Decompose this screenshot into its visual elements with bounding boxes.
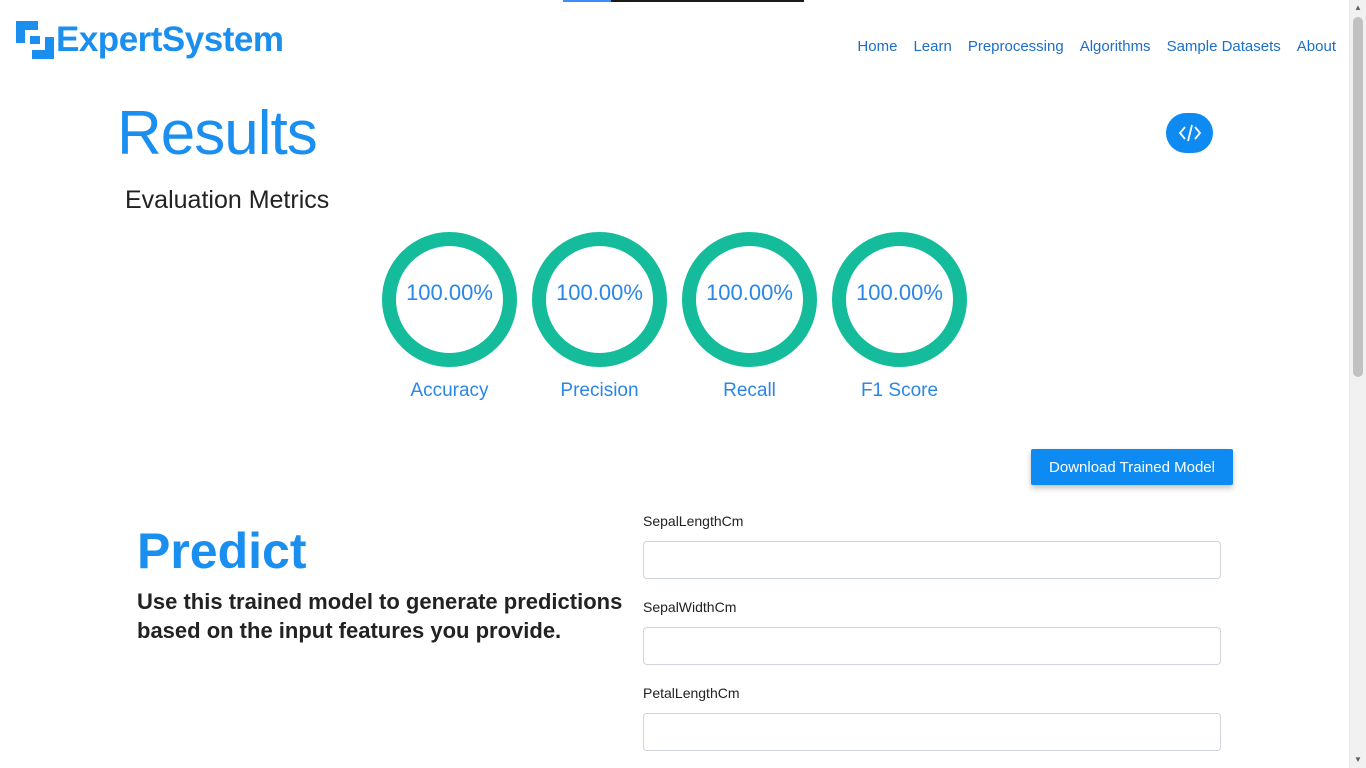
metric-label: F1 Score [860,380,939,401]
predict-description: Use this trained model to generate predi… [137,589,623,643]
sepal-width-label: SepalWidthCm [643,599,737,615]
metric-value: 100.00% [706,280,793,305]
sepal-length-input[interactable] [643,541,1221,579]
loading-bar-fill [563,0,611,2]
scroll-down-arrow-icon[interactable]: ▼ [1350,752,1366,768]
brand-name: ExpertSystem [56,20,284,59]
brand-logo[interactable]: ExpertSystem [16,20,284,60]
metric-label: Precision [560,380,639,401]
metric-ring: 100.00% [832,232,967,367]
metric-label: Accuracy [410,380,489,401]
page-loading-bar [563,0,804,2]
main-nav: Home Learn Preprocessing Algorithms Samp… [857,38,1336,55]
nav-sample-datasets[interactable]: Sample Datasets [1167,38,1281,55]
nav-about[interactable]: About [1297,38,1336,55]
nav-preprocessing[interactable]: Preprocessing [968,38,1064,55]
metric-value: 100.00% [406,280,493,305]
sepal-width-input[interactable] [643,627,1221,665]
metric-precision: 100.00% Precision [532,232,667,402]
sepal-length-label: SepalLengthCm [643,513,744,529]
metric-accuracy: 100.00% Accuracy [382,232,517,402]
nav-algorithms[interactable]: Algorithms [1080,38,1151,55]
metric-ring: 100.00% [532,232,667,367]
scrollbar-thumb[interactable] [1353,17,1363,377]
metric-value: 100.00% [556,280,643,305]
petal-length-label: PetalLengthCm [643,685,740,701]
page-scrollbar[interactable]: ▲ ▼ [1349,0,1366,768]
scroll-up-arrow-icon[interactable]: ▲ [1350,0,1366,16]
metric-value: 100.00% [856,280,943,305]
nav-home[interactable]: Home [857,38,897,55]
view-code-button[interactable] [1166,113,1213,153]
predict-title: Predict [137,523,307,579]
logo-mark-icon [16,21,54,59]
metric-ring: 100.00% [682,232,817,367]
results-title: Results [117,99,318,168]
metric-label: Recall [723,380,776,401]
petal-length-input[interactable] [643,713,1221,751]
metric-recall: 100.00% Recall [682,232,817,402]
evaluation-metrics-title: Evaluation Metrics [125,186,330,214]
nav-learn[interactable]: Learn [913,38,951,55]
metric-f1-score: 100.00% F1 Score [832,232,967,402]
download-trained-model-button[interactable]: Download Trained Model [1031,449,1233,485]
metric-ring: 100.00% [382,232,517,367]
metrics-row: 100.00% Accuracy 100.00% Precision 100.0… [382,232,967,402]
code-icon [1178,124,1201,142]
